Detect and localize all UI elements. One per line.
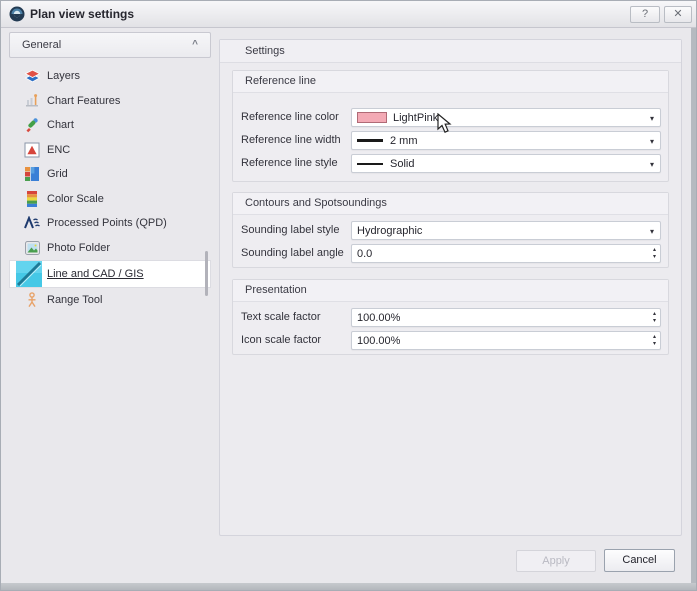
reference-line-width-select[interactable]: 2 mm ▾ [351, 131, 661, 150]
settings-panel: Settings Reference line Reference line c… [219, 39, 682, 536]
chart-pen-icon [23, 117, 41, 133]
sidebar-item-line-and-cad-gis[interactable]: Line and CAD / GIS [9, 260, 211, 288]
apply-button[interactable]: Apply [516, 550, 596, 572]
reference-line-color-swatch [357, 112, 387, 123]
text-scale-factor-value: 100.00% [357, 312, 400, 324]
line-cad-gis-icon [15, 261, 42, 287]
app-logo-icon [9, 6, 25, 22]
plan-view-settings-dialog: Plan view settings ? ✕ ^ General Layers [0, 0, 697, 591]
reference-line-color-select[interactable]: LightPink ▾ [351, 108, 661, 127]
line-style-sample-icon [357, 163, 383, 165]
sidebar-item-label: Range Tool [47, 294, 102, 306]
group-contours-title: Contours and Spotsoundings [233, 193, 668, 215]
group-reference-line-title: Reference line [233, 71, 668, 93]
group-presentation-title: Presentation [233, 280, 668, 302]
reference-line-style-value: Solid [390, 158, 414, 170]
group-presentation: Presentation Text scale factor 100.00% ▴… [232, 279, 669, 355]
chevron-up-icon[interactable]: ^ [192, 33, 198, 57]
grid-icon [23, 166, 41, 182]
field-row: Reference line width 2 mm ▾ [233, 131, 668, 150]
sidebar-item-processed-points[interactable]: Processed Points (QPD) [9, 211, 211, 236]
enc-icon [23, 142, 41, 158]
reference-line-style-select[interactable]: Solid ▾ [351, 154, 661, 173]
color-scale-icon [23, 191, 41, 207]
reference-line-color-label: Reference line color [241, 111, 339, 123]
text-scale-factor-input[interactable]: 100.00% ▴ ▾ [351, 308, 661, 327]
window-right-edge [691, 28, 697, 590]
sidebar-item-color-scale[interactable]: Color Scale [9, 187, 211, 212]
chart-features-icon [23, 93, 41, 109]
sidebar-item-label: Layers [47, 70, 80, 82]
layers-icon [23, 69, 41, 84]
sounding-label-style-label: Sounding label style [241, 224, 339, 236]
field-row: Reference line style Solid ▾ [233, 154, 668, 173]
sidebar-item-photo-folder[interactable]: Photo Folder [9, 236, 211, 261]
processed-points-icon [23, 216, 41, 230]
sidebar-group-general[interactable]: ^ General [9, 32, 211, 58]
reference-line-style-label: Reference line style [241, 157, 338, 169]
sounding-label-angle-input[interactable]: 0.0 ▴ ▾ [351, 244, 661, 263]
field-row: Sounding label angle 0.0 ▴ ▾ [233, 244, 668, 263]
sounding-label-angle-value: 0.0 [357, 248, 372, 260]
sidebar-nav: Layers Chart Features [9, 64, 211, 313]
sidebar-item-label: Color Scale [47, 193, 104, 205]
sidebar-item-label: Line and CAD / GIS [47, 268, 144, 280]
sidebar-scrollbar-thumb[interactable] [205, 251, 208, 296]
line-width-sample-icon [357, 139, 383, 142]
sidebar-item-label: Chart [47, 119, 74, 131]
sidebar-item-label: Chart Features [47, 95, 120, 107]
sidebar-group-label: General [22, 39, 61, 51]
spinner-up-icon[interactable]: ▴ [653, 247, 656, 254]
sidebar-item-label: Grid [47, 168, 68, 180]
sounding-label-style-value: Hydrographic [357, 225, 422, 237]
sidebar: ^ General Layers [9, 32, 211, 578]
field-row: Reference line color LightPink ▾ [233, 108, 668, 127]
sidebar-item-label: ENC [47, 144, 70, 156]
reference-line-width-value: 2 mm [390, 135, 418, 147]
chevron-down-icon[interactable]: ▾ [650, 227, 654, 236]
spinner-up-icon[interactable]: ▴ [653, 311, 656, 318]
reference-line-color-value: LightPink [393, 112, 438, 124]
window-title: Plan view settings [30, 7, 134, 21]
sidebar-item-layers[interactable]: Layers [9, 64, 211, 89]
text-scale-factor-spinner[interactable]: ▴ ▾ [653, 311, 656, 325]
range-tool-icon [23, 292, 41, 308]
help-button[interactable]: ? [630, 6, 660, 23]
icon-scale-factor-input[interactable]: 100.00% ▴ ▾ [351, 331, 661, 350]
spinner-up-icon[interactable]: ▴ [653, 334, 656, 341]
sidebar-item-chart[interactable]: Chart [9, 113, 211, 138]
sounding-label-angle-label: Sounding label angle [241, 247, 344, 259]
chevron-down-icon[interactable]: ▾ [650, 160, 654, 169]
icon-scale-factor-spinner[interactable]: ▴ ▾ [653, 334, 656, 348]
sidebar-item-chart-features[interactable]: Chart Features [9, 89, 211, 114]
spinner-down-icon[interactable]: ▾ [653, 318, 656, 325]
field-row: Text scale factor 100.00% ▴ ▾ [233, 308, 668, 327]
group-reference-line: Reference line Reference line color Ligh… [232, 70, 669, 182]
icon-scale-factor-label: Icon scale factor [241, 334, 321, 346]
sidebar-item-label: Processed Points (QPD) [47, 217, 167, 229]
reference-line-width-label: Reference line width [241, 134, 341, 146]
spinner-down-icon[interactable]: ▾ [653, 254, 656, 261]
chevron-down-icon[interactable]: ▾ [650, 114, 654, 123]
close-button[interactable]: ✕ [664, 6, 692, 23]
cancel-button[interactable]: Cancel [604, 549, 675, 572]
chevron-down-icon[interactable]: ▾ [650, 137, 654, 146]
photo-folder-icon [23, 241, 41, 255]
field-row: Sounding label style Hydrographic ▾ [233, 221, 668, 240]
field-row: Icon scale factor 100.00% ▴ ▾ [233, 331, 668, 350]
titlebar[interactable]: Plan view settings ? ✕ [1, 1, 696, 28]
sounding-label-style-select[interactable]: Hydrographic ▾ [351, 221, 661, 240]
sidebar-item-grid[interactable]: Grid [9, 162, 211, 187]
window-bottom-edge [1, 583, 697, 591]
sounding-label-angle-spinner[interactable]: ▴ ▾ [653, 247, 656, 261]
sidebar-item-range-tool[interactable]: Range Tool [9, 288, 211, 313]
settings-panel-title: Settings [220, 40, 681, 63]
spinner-down-icon[interactable]: ▾ [653, 341, 656, 348]
group-contours-spotsoundings: Contours and Spotsoundings Sounding labe… [232, 192, 669, 268]
icon-scale-factor-value: 100.00% [357, 335, 400, 347]
sidebar-item-label: Photo Folder [47, 242, 110, 254]
text-scale-factor-label: Text scale factor [241, 311, 320, 323]
sidebar-item-enc[interactable]: ENC [9, 138, 211, 163]
